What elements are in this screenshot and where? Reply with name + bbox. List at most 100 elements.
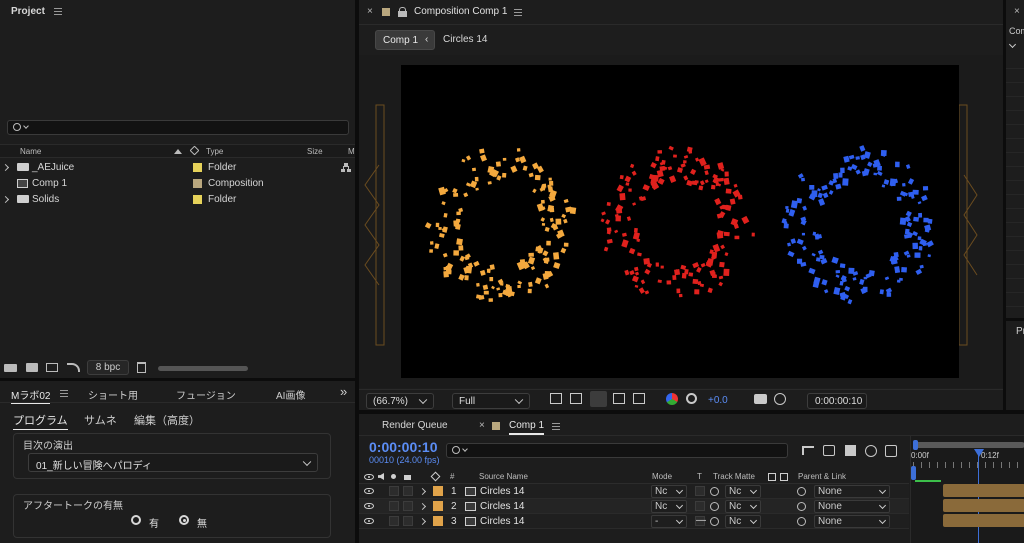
blend-mode-select[interactable]: Nc [651,485,687,498]
layer-source-name[interactable]: Circles 14 [480,486,524,497]
track-matte-select[interactable]: Nc [725,515,761,528]
flowchart-icon[interactable] [341,163,351,172]
layer-bar[interactable] [943,514,1024,527]
project-row[interactable]: _AEJuice Folder [0,160,355,176]
column-parent-link[interactable]: Parent & Link [798,472,846,481]
close-tab-icon[interactable]: × [1014,6,1020,17]
layer-row[interactable]: 3 Circles 14 - — Nc None [359,514,909,529]
layer-source-name[interactable]: Circles 14 [480,501,524,512]
visibility-eye-icon[interactable] [364,488,374,494]
layer-row[interactable]: 2 Circles 14 Nc Nc None [359,499,909,514]
tab-render-queue[interactable]: Render Queue [382,420,448,431]
subtab-edit-advanced[interactable]: 編集（高度） [134,412,200,428]
bit-depth-button[interactable]: 8 bpc [87,360,129,375]
tab-short[interactable]: ショート用 [88,387,138,402]
panel-menu-icon[interactable] [53,7,62,15]
in-point-marker[interactable] [911,466,916,480]
blend-mode-select[interactable]: Nc [651,500,687,513]
expand-layer-chevron-icon[interactable] [418,487,427,496]
resolution-select[interactable]: Full [452,393,530,409]
parent-select[interactable]: None [814,500,890,513]
radio-no[interactable] [179,515,189,525]
matte-link-icon[interactable] [710,487,719,496]
mask-visibility-icon[interactable] [613,393,625,404]
trash-icon[interactable] [137,362,146,373]
visibility-eye-icon[interactable] [364,503,374,509]
column-track-matte[interactable]: Track Matte [713,472,755,481]
column-source-name[interactable]: Source Name [479,472,528,481]
tab-ai-image[interactable]: AI画像 [276,387,305,402]
track-matte-select[interactable]: Nc [725,500,761,513]
expand-chevron-icon[interactable] [1,195,10,204]
expand-layer-chevron-icon[interactable] [418,502,427,511]
comp-canvas[interactable] [401,65,959,378]
audio-toggle[interactable] [389,501,399,511]
draft-3d-icon[interactable] [823,445,835,456]
solo-toggle[interactable] [403,486,413,496]
panel-menu-icon[interactable] [60,390,68,397]
pick-whip-icon[interactable] [797,517,806,526]
breadcrumb-comp1[interactable]: Comp 1 ‹ [375,30,435,50]
project-settings-icon[interactable] [67,363,80,372]
color-channels-icon[interactable] [666,393,678,405]
parent-select[interactable]: None [814,485,890,498]
pick-whip-icon[interactable] [797,487,806,496]
work-area-bar[interactable] [913,442,1024,448]
layer-bar[interactable] [943,499,1024,512]
parent-select[interactable]: None [814,515,890,528]
tab-comp1[interactable]: Comp 1 [509,420,545,435]
project-scrollbar[interactable] [158,366,248,371]
audio-toggle[interactable] [389,516,399,526]
tab-fusion[interactable]: フュージョン [176,387,236,402]
layer-row[interactable]: 1 Circles 14 Nc Nc None [359,484,909,499]
project-search-input[interactable] [7,120,349,135]
solo-toggle[interactable] [403,501,413,511]
exposure-value[interactable]: +0.0 [708,395,728,406]
graph-editor-icon[interactable] [885,445,897,457]
column-mode[interactable]: Mode [652,472,672,481]
motion-blur-icon[interactable] [865,445,877,457]
show-snapshot-icon[interactable] [774,393,786,405]
zoom-select[interactable]: (66.7%) [366,393,434,409]
panel-menu-icon[interactable] [552,423,560,430]
layer-search-input[interactable] [446,443,788,458]
fast-previews-icon[interactable] [550,393,562,404]
preserve-transparency-toggle[interactable] [695,486,705,496]
column-m[interactable]: M [348,147,355,156]
track-matte-select[interactable]: Nc [725,485,761,498]
new-folder-icon[interactable] [26,363,38,372]
column-size[interactable]: Size [307,147,323,156]
project-row[interactable]: Solids Folder [0,192,355,208]
transparency-grid-icon[interactable] [570,393,582,404]
subtab-program[interactable]: プログラム [13,412,68,430]
radio-yes[interactable] [131,515,141,525]
preserve-transparency-toggle[interactable] [695,501,705,511]
more-tabs-icon[interactable]: » [340,384,347,399]
blend-mode-select[interactable]: - [651,515,687,528]
tab-mlab02[interactable]: Mラボ02 [11,387,51,404]
snapshot-camera-icon[interactable] [754,394,767,404]
breadcrumb-circles14[interactable]: Circles 14 [443,34,487,45]
matte-link-icon[interactable] [710,502,719,511]
label-swatch[interactable] [433,501,443,511]
composition-flowchart-icon[interactable] [802,446,814,455]
label-swatch[interactable] [433,486,443,496]
pick-whip-icon[interactable] [797,502,806,511]
close-tab-icon[interactable]: × [367,6,373,17]
panel-menu-icon[interactable] [514,9,522,16]
project-tab[interactable]: Project [11,6,62,17]
expand-chevron-icon[interactable] [1,163,10,172]
layer-bar[interactable] [943,484,1024,497]
timeline-current-time[interactable]: 0:00:00:10 [369,439,438,455]
interpret-footage-icon[interactable] [4,364,17,372]
new-composition-icon[interactable] [46,363,58,372]
frame-blending-icon[interactable] [845,445,856,456]
work-area-start-handle[interactable] [913,440,918,450]
column-name[interactable]: Name [20,147,41,156]
column-type[interactable]: Type [206,147,223,156]
close-tab-icon[interactable]: × [479,420,485,431]
toc-effect-select[interactable]: 01_新しい冒険へパロディ [28,453,318,472]
playhead-handle[interactable] [974,449,984,457]
solo-toggle[interactable] [403,516,413,526]
color-management-icon[interactable] [686,393,697,404]
